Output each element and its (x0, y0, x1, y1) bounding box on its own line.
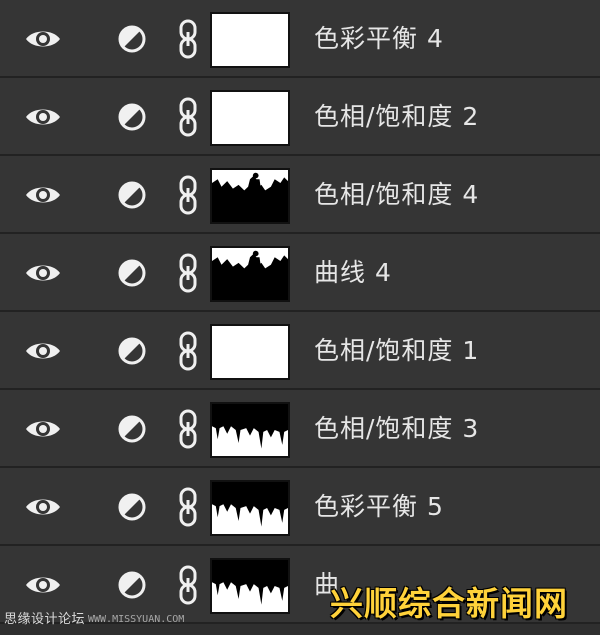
eye-icon[interactable] (24, 572, 62, 598)
layer-mask-thumbnail[interactable] (210, 246, 290, 302)
layer-name[interactable]: 色相/饱和度 2 (314, 78, 479, 156)
layer-row[interactable]: 色相/饱和度 4 (0, 156, 600, 234)
adjustment-layer-icon[interactable] (117, 336, 147, 366)
layer-row[interactable]: 色彩平衡 5 (0, 468, 600, 546)
eye-icon[interactable] (24, 26, 62, 52)
layer-name[interactable]: 曲线 4 (314, 234, 392, 312)
eye-icon[interactable] (24, 338, 62, 364)
adjustment-layer-icon[interactable] (117, 570, 147, 600)
layer-row[interactable]: 色相/饱和度 2 (0, 78, 600, 156)
adjustment-layer-icon[interactable] (117, 258, 147, 288)
adjustment-layer-icon[interactable] (117, 414, 147, 444)
chain-link-icon[interactable] (178, 486, 198, 528)
layer-mask-thumbnail[interactable] (210, 168, 290, 224)
layer-name[interactable]: 色彩平衡 4 (314, 0, 444, 78)
adjustment-layer-icon[interactable] (117, 492, 147, 522)
layer-mask-thumbnail[interactable] (210, 12, 290, 68)
layer-row[interactable]: 色彩平衡 4 (0, 0, 600, 78)
chain-link-icon[interactable] (178, 564, 198, 606)
adjustment-layer-icon[interactable] (117, 24, 147, 54)
watermark-forum-text: 思缘设计论坛 (4, 612, 86, 627)
layer-name[interactable]: 色相/饱和度 1 (314, 312, 479, 390)
layers-panel: 色彩平衡 4 色相/饱和度 2 色相/饱和度 4 曲线 4 色相/饱和度 1 色相/饱和度… (0, 0, 600, 635)
layer-mask-thumbnail[interactable] (210, 558, 290, 614)
chain-link-icon[interactable] (178, 408, 198, 450)
layer-mask-thumbnail[interactable] (210, 324, 290, 380)
eye-icon[interactable] (24, 260, 62, 286)
layer-mask-thumbnail[interactable] (210, 402, 290, 458)
layer-name[interactable]: 色彩平衡 5 (314, 468, 444, 546)
eye-icon[interactable] (24, 182, 62, 208)
chain-link-icon[interactable] (178, 18, 198, 60)
eye-icon[interactable] (24, 104, 62, 130)
layer-row[interactable]: 曲线 4 (0, 234, 600, 312)
eye-icon[interactable] (24, 494, 62, 520)
chain-link-icon[interactable] (178, 252, 198, 294)
layer-mask-thumbnail[interactable] (210, 90, 290, 146)
adjustment-layer-icon[interactable] (117, 102, 147, 132)
layer-row[interactable]: 色相/饱和度 1 (0, 312, 600, 390)
chain-link-icon[interactable] (178, 330, 198, 372)
eye-icon[interactable] (24, 416, 62, 442)
layer-mask-thumbnail[interactable] (210, 480, 290, 536)
chain-link-icon[interactable] (178, 174, 198, 216)
watermark-url-text: WWW.MISSYUAN.COM (88, 614, 185, 625)
layer-name[interactable]: 色相/饱和度 3 (314, 390, 479, 468)
layer-row[interactable]: 色相/饱和度 3 (0, 390, 600, 468)
chain-link-icon[interactable] (178, 96, 198, 138)
layer-name[interactable]: 色相/饱和度 4 (314, 156, 479, 234)
watermark-site-text: 兴顺综合新闻网 (330, 584, 568, 623)
adjustment-layer-icon[interactable] (117, 180, 147, 210)
